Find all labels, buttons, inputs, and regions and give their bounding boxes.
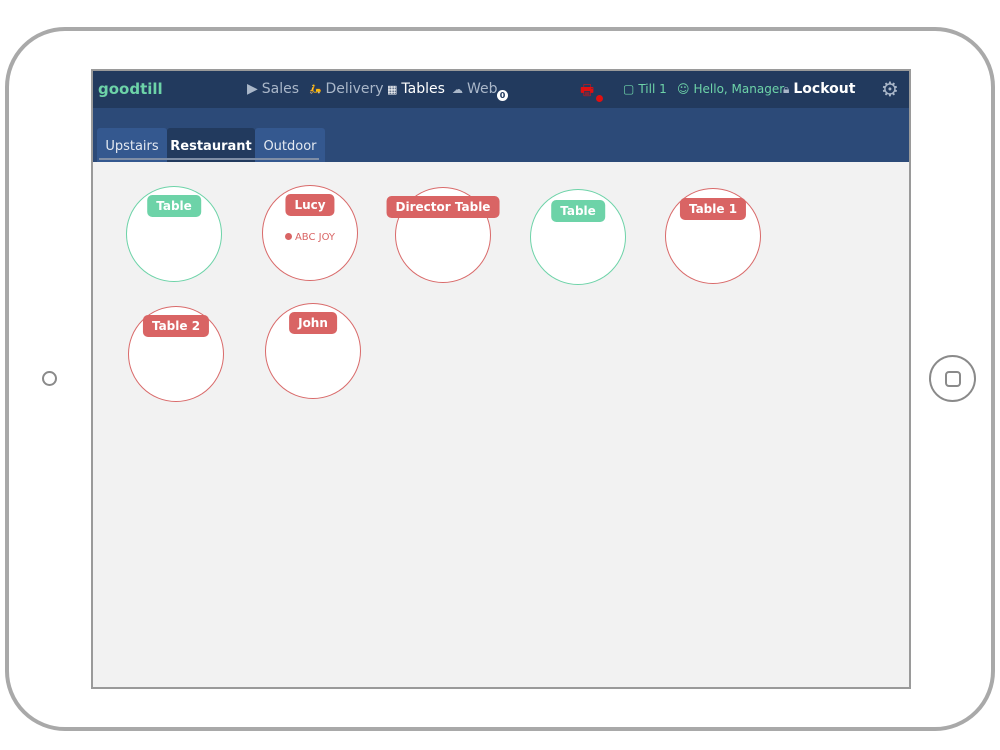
web-badge: 0 xyxy=(497,90,508,101)
camera xyxy=(42,371,57,386)
logo: goodtill xyxy=(98,80,163,98)
nav-web[interactable]: ☁ Web xyxy=(452,81,498,97)
app-screen: goodtill ▶ Sales 🛵 Delivery ▦ Tables ☁ Web 0… xyxy=(91,69,911,689)
tab-outdoor[interactable]: Outdoor xyxy=(255,128,325,162)
table-item[interactable]: Table xyxy=(530,189,626,285)
customer-name: ABC JOY xyxy=(263,232,357,243)
gear-icon[interactable]: ⚙ xyxy=(881,77,899,101)
tab-underline xyxy=(99,158,319,160)
cloud-icon: ☁ xyxy=(452,82,463,96)
user-icon: ☺ xyxy=(677,82,690,96)
tab-upstairs[interactable]: Upstairs xyxy=(97,128,167,162)
play-icon: ▶ xyxy=(247,81,258,97)
table-item[interactable]: Table xyxy=(126,186,222,282)
nav-delivery[interactable]: 🛵 Delivery xyxy=(309,81,384,97)
printer-alert-dot xyxy=(596,95,603,102)
tablet-icon: ▢ xyxy=(623,82,635,96)
scooter-icon: 🛵 xyxy=(309,83,322,95)
table-item[interactable]: Lucy ABC JOY xyxy=(262,185,358,281)
till-label[interactable]: ▢ Till 1 xyxy=(623,82,667,96)
area-tabs: Upstairs Restaurant Outdoor xyxy=(93,108,909,162)
nav-sales[interactable]: ▶ Sales xyxy=(247,81,299,97)
lockout-button[interactable]: 🔒︎ Lockout xyxy=(783,81,855,97)
table-item[interactable]: Table 1 xyxy=(665,188,761,284)
table-item[interactable]: Director Table xyxy=(386,187,500,283)
table-item[interactable]: Table 2 xyxy=(128,306,224,402)
grid-icon: ▦ xyxy=(387,82,398,96)
lock-icon: 🔒︎ xyxy=(783,81,790,96)
home-button[interactable] xyxy=(929,355,976,402)
tab-restaurant[interactable]: Restaurant xyxy=(167,128,255,162)
status-dot xyxy=(284,233,292,240)
table-item[interactable]: John xyxy=(265,303,361,399)
user-greeting[interactable]: ☺ Hello, Manager xyxy=(677,82,784,96)
nav-tables[interactable]: ▦ Tables xyxy=(387,81,445,97)
top-bar: goodtill ▶ Sales 🛵 Delivery ▦ Tables ☁ Web 0… xyxy=(93,71,909,108)
printer-icon[interactable]: 🖶 xyxy=(580,80,594,105)
